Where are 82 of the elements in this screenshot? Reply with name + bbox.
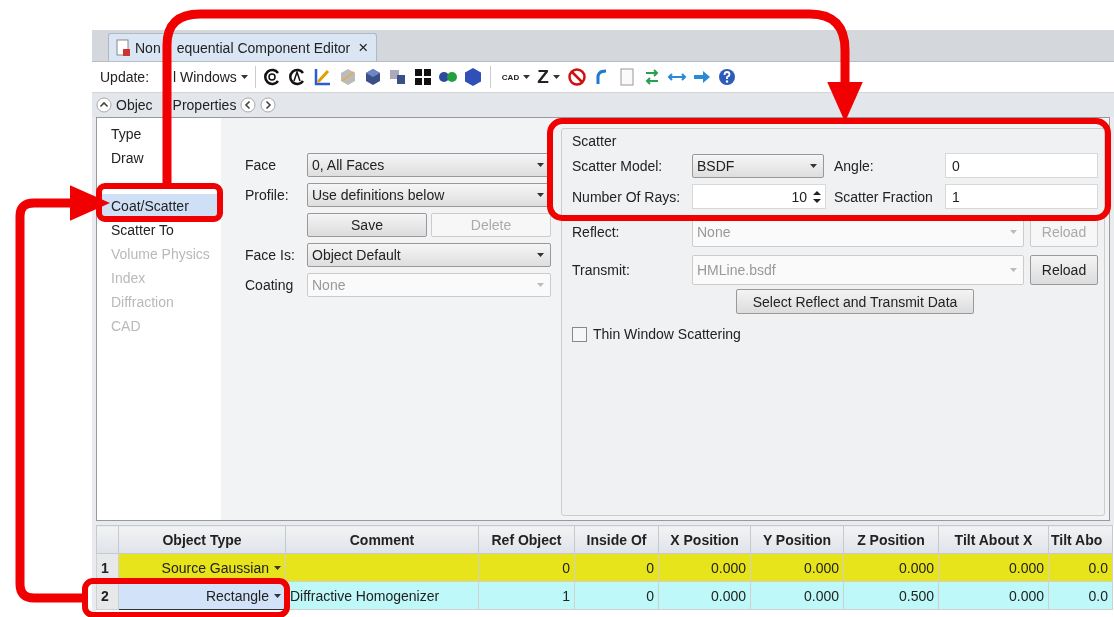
field-label: Profile: [245, 187, 290, 203]
dropdown[interactable]: Object Default [307, 243, 551, 267]
fraction-field[interactable]: 1 [945, 184, 1098, 209]
column-header[interactable]: Y Position [750, 525, 844, 554]
table-cell: 1 [478, 581, 575, 610]
cubes-icon[interactable] [387, 67, 408, 87]
caret-icon [274, 594, 281, 599]
column-header[interactable]: Tilt Abo [1048, 525, 1113, 554]
next-icon[interactable] [260, 97, 277, 113]
table-cell: 0.500 [843, 581, 939, 610]
field-label: Transmit: [572, 262, 631, 278]
field-label: Scatter Model: [572, 157, 664, 174]
field-label: Face Is: [245, 247, 296, 263]
spin-arrows-icon[interactable] [813, 189, 821, 204]
sidebar-item[interactable]: Draw [97, 146, 221, 170]
field-label: Reflect: [572, 224, 621, 240]
caret-icon [537, 283, 544, 287]
table-cell: Diffractive Homogenizer [285, 581, 479, 610]
select-data-button[interactable]: Select Reflect and Transmit Data [735, 289, 975, 314]
table-cell: 0 [574, 553, 659, 582]
checkbox-label: Thin Window Scattering [593, 326, 741, 342]
close-button[interactable]: × [358, 37, 369, 58]
table-cell: 0.0 [1048, 553, 1113, 582]
caret-icon [810, 163, 817, 168]
caret-icon [523, 75, 531, 79]
angle-field[interactable]: 0 [945, 153, 1098, 178]
table-cell: 0.0 [1048, 581, 1113, 610]
table-cell: 0 [478, 553, 575, 582]
document-icon [115, 38, 131, 57]
table-cell: 0.000 [843, 553, 939, 582]
help-icon[interactable] [716, 67, 737, 87]
caret-icon [552, 75, 560, 79]
field-label: Scatter Fraction [834, 188, 934, 205]
reload-button[interactable]: Reload [1030, 255, 1098, 285]
update-dropdown-label: Update: [100, 69, 150, 85]
table-cell: 0.000 [750, 553, 844, 582]
section-title: Properties [172, 97, 237, 113]
section-title: Objec [116, 97, 153, 113]
table-cell: 0.000 [658, 553, 751, 582]
column-header[interactable]: Tilt About X [938, 525, 1049, 554]
caret-icon[interactable] [240, 75, 248, 79]
sidebar-item[interactable]: Type [97, 122, 221, 146]
caret-icon [537, 193, 544, 197]
table-cell: 0.000 [750, 581, 844, 610]
pencil-icon[interactable] [312, 67, 333, 87]
field-label: Angle: [834, 157, 875, 174]
update-dropdown-label: l Windows [173, 69, 237, 85]
scatter-model-dropdown[interactable]: BSDF [692, 153, 824, 178]
caret-icon [537, 253, 544, 257]
cad-dropdown[interactable]: CAD [501, 72, 531, 82]
field-label: Number Of Rays: [572, 188, 682, 205]
group-title: Scatter [572, 133, 617, 149]
sidebar-item[interactable]: Scatter To [97, 218, 221, 242]
grid-icon[interactable] [412, 67, 433, 87]
caret-icon [274, 566, 281, 571]
tab-title: equential Component Editor [176, 39, 351, 56]
field-label: Face [245, 157, 278, 173]
z-dropdown[interactable]: Z [537, 66, 560, 88]
caret-icon [537, 163, 544, 167]
save-button[interactable]: Save [307, 213, 427, 237]
column-header[interactable]: Comment [285, 525, 479, 554]
column-header[interactable]: Inside Of [574, 525, 659, 554]
table-cell: 0.000 [938, 581, 1049, 610]
column-header[interactable]: X Position [658, 525, 751, 554]
checkbox[interactable] [572, 326, 587, 342]
tab-title: Non [135, 39, 161, 56]
table-cell: 0.000 [658, 581, 751, 610]
caret-icon [1010, 268, 1017, 272]
prohibited-icon[interactable] [566, 67, 587, 87]
rays-spinner[interactable]: 10 [692, 184, 826, 209]
column-header[interactable]: Object Type [118, 525, 286, 554]
hexagon-icon[interactable] [462, 67, 483, 87]
field-label: Coating [245, 277, 295, 293]
table-cell: 0 [574, 581, 659, 610]
caret-icon [1010, 230, 1017, 234]
table-cell: 0.000 [938, 553, 1049, 582]
previous-icon[interactable] [240, 97, 257, 113]
column-header[interactable]: Z Position [843, 525, 939, 554]
column-header[interactable]: Ref Object [478, 525, 575, 554]
editor-tab[interactable]: Non equential Component Editor × [108, 33, 378, 61]
collapse-icon[interactable] [96, 97, 112, 113]
corner-cell [96, 525, 119, 554]
